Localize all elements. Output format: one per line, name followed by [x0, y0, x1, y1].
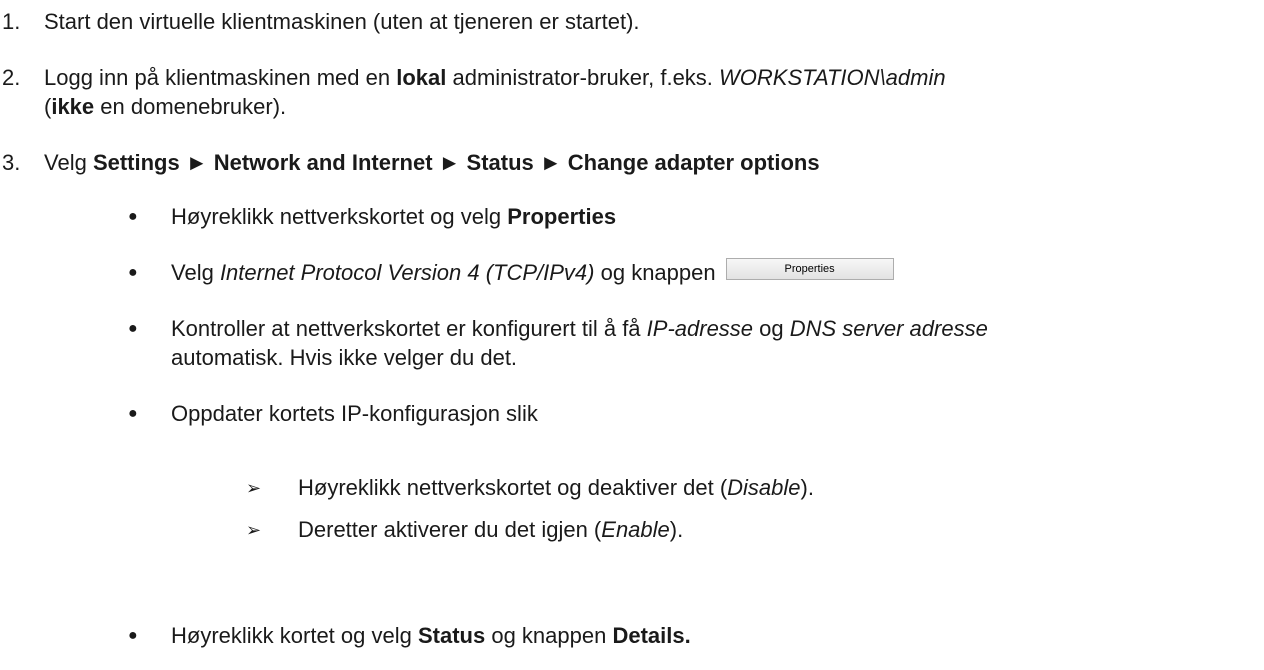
bullet-1-text: Høyreklikk nettverkskortet og velg Prope…: [171, 203, 616, 231]
bullet-5-details: Details.: [612, 623, 691, 648]
step-2-number: 2.: [2, 65, 21, 90]
subbullet-1-text-part: ).: [800, 475, 814, 500]
step-2-text-part: Logg inn på klientmaskinen med en: [44, 65, 397, 90]
bullet-icon: ●: [128, 208, 138, 225]
bullet-3-text: Kontroller at nettverkskortet er konfigu…: [171, 315, 988, 343]
bullet-5-text: Høyreklikk kortet og velg Status og knap…: [171, 622, 691, 650]
step-2-text-part: en domenebruker).: [94, 94, 287, 119]
step-1-text: Start den virtuelle klientmaskinen (uten…: [44, 8, 640, 36]
bullet-3-text-continued: automatisk. Hvis ikke velger du det.: [171, 344, 517, 372]
subbullet-1-disable: Disable: [727, 475, 801, 500]
step-3-text: Velg Settings ► Network and Internet ► S…: [44, 149, 820, 177]
bullet-3-text-part: og: [753, 316, 790, 341]
subbullet-2-text-part: Deretter aktiverer du det igjen (: [298, 517, 602, 542]
bullet-4-text-part: Oppdater kortets IP-konfigurasjon slik: [171, 401, 538, 426]
bullet-2-text-part: Velg: [171, 260, 220, 285]
step-2-emphasis-ikke: ikke: [51, 94, 95, 119]
arrow-bullet-icon: ➢: [246, 478, 262, 498]
bullet-5-text-part: og knappen: [485, 623, 613, 648]
subbullet-2-enable: Enable: [601, 517, 670, 542]
bullet-1-text-part: Høyreklikk nettverkskortet og velg: [171, 204, 508, 229]
step-2-text-part: administrator-bruker, f.eks.: [446, 65, 720, 90]
step-3-menu-path: Settings ► Network and Internet ► Status…: [92, 150, 820, 175]
step-2-text-continued: (ikke en domenebruker).: [44, 93, 286, 121]
bullet-2-text: Velg Internet Protocol Version 4 (TCP/IP…: [171, 258, 894, 287]
bullet-3-dns-address: DNS server adresse: [789, 316, 988, 341]
step-2-text: Logg inn på klientmaskinen med en lokal …: [44, 64, 946, 92]
bullet-4-text: Oppdater kortets IP-konfigurasjon slik: [171, 400, 538, 428]
step-3-number: 3.: [2, 150, 21, 175]
bullet-icon: ●: [128, 405, 138, 422]
step-3-text-part: Velg: [44, 150, 93, 175]
subbullet-2-text: Deretter aktiverer du det igjen (Enable)…: [298, 516, 683, 544]
step-1-text-part: Start den virtuelle klientmaskinen (uten…: [44, 9, 640, 34]
step-2-example-user: WORKSTATION\admin: [719, 65, 946, 90]
step-1-number: 1.: [2, 9, 21, 34]
bullet-2-protocol: Internet Protocol Version 4 (TCP/IPv4): [219, 260, 595, 285]
bullet-1-properties: Properties: [507, 204, 617, 229]
bullet-5-text-part: Høyreklikk kortet og velg: [171, 623, 418, 648]
subbullet-1-text-part: Høyreklikk nettverkskortet og deaktiver …: [298, 475, 728, 500]
bullet-3-text-part: automatisk. Hvis ikke velger du det.: [171, 345, 518, 370]
bullet-3-text-part: Kontroller at nettverkskortet er konfigu…: [171, 316, 647, 341]
properties-button[interactable]: Properties: [725, 258, 894, 281]
subbullet-2-text-part: ).: [669, 517, 684, 542]
subbullet-1-text: Høyreklikk nettverkskortet og deaktiver …: [298, 474, 814, 502]
step-2-emphasis-lokal: lokal: [396, 65, 447, 90]
bullet-2-text-part: og knappen: [594, 260, 716, 285]
bullet-icon: ●: [128, 264, 138, 281]
bullet-5-status: Status: [417, 623, 486, 648]
bullet-icon: ●: [128, 627, 138, 644]
bullet-icon: ●: [128, 320, 138, 337]
arrow-bullet-icon: ➢: [246, 520, 262, 540]
bullet-3-ip-address: IP-adresse: [646, 316, 754, 341]
